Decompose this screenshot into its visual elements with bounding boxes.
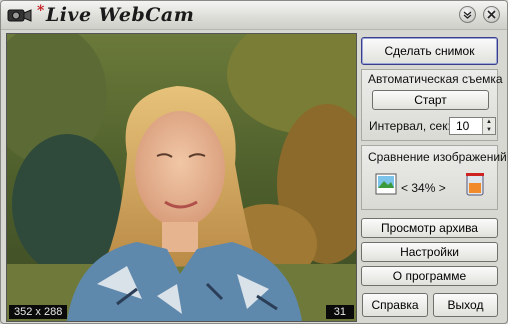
interval-spinner[interactable]: 10 ▲ ▼ [449,117,496,135]
view-archive-button[interactable]: Просмотр архива [361,218,498,238]
help-button[interactable]: Справка [362,293,428,317]
auto-capture-heading: Автоматическая съемка [368,72,503,86]
minimize-icon [463,11,472,19]
minimize-button[interactable] [459,6,476,23]
spin-down-icon[interactable]: ▼ [483,126,495,134]
start-button[interactable]: Старт [372,90,489,110]
app-window: *Live WebCam 352 x 288 31 Сделать снимок… [0,0,508,324]
frame-counter: 31 [325,305,354,319]
exit-button[interactable]: Выход [433,293,498,317]
title-text: Live WebCam [45,4,195,26]
webcam-image [7,34,356,321]
title-bar[interactable]: *Live WebCam [1,1,507,30]
landscape-image-icon[interactable] [375,172,399,196]
trash-icon[interactable] [464,171,486,197]
close-icon [487,10,496,19]
resolution-label: 352 x 288 [9,305,68,319]
spin-up-icon[interactable]: ▲ [483,118,495,126]
camera-icon [7,9,32,22]
compare-heading: Сравнение изображений [368,150,507,164]
take-snapshot-button[interactable]: Сделать снимок [361,37,498,65]
spinner-arrows[interactable]: ▲ ▼ [482,118,495,134]
interval-value: 10 [456,119,470,133]
comparison-value[interactable]: < 34% > [401,181,446,195]
window-title: *Live WebCam [37,3,195,26]
title-mark: * [37,3,45,19]
about-button[interactable]: О программе [361,266,498,286]
close-button[interactable] [483,6,500,23]
interval-label: Интервал, сек: [369,119,451,133]
settings-button[interactable]: Настройки [361,242,498,262]
webcam-preview: 352 x 288 31 [6,33,357,322]
